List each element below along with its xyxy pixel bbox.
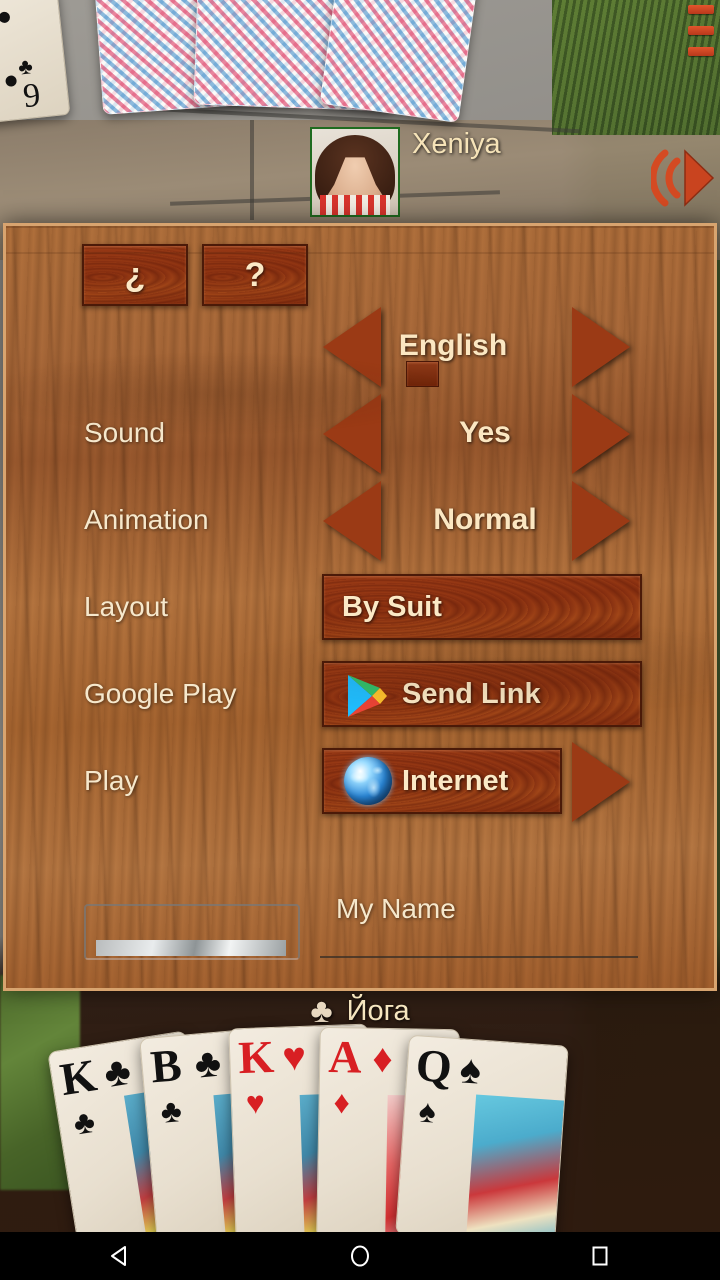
play-label: Play (84, 765, 139, 796)
settings-row-animation: Animation Normal (6, 477, 714, 563)
settings-row-google-play: Google Play Send Link (6, 651, 714, 737)
my-name-label: My Name (336, 893, 456, 924)
about-button[interactable]: ¿ (82, 244, 188, 306)
play-mode-label: Internet (402, 764, 509, 797)
home-button[interactable] (323, 1232, 397, 1280)
card-rank: B (148, 1039, 184, 1093)
avatar-picker[interactable] (84, 904, 300, 960)
avatar-shirt (320, 195, 390, 215)
layout-value-button[interactable]: By Suit (322, 574, 642, 640)
card-suit: ♣ (100, 1048, 134, 1097)
speaker-icon[interactable] (651, 143, 715, 213)
android-navigation-bar (0, 1232, 720, 1280)
google-play-label: Google Play (84, 678, 237, 709)
sound-value: Yes (459, 416, 511, 449)
menu-bar (688, 5, 714, 14)
send-link-label: Send Link (402, 677, 541, 710)
card-suit-small: ♥ (245, 1084, 266, 1121)
language-next-button[interactable] (572, 307, 630, 387)
opponent-avatar[interactable] (310, 127, 400, 217)
card-artwork (465, 1094, 568, 1246)
floor-seam (250, 120, 254, 220)
sound-label: Sound (84, 417, 165, 448)
send-link-button[interactable]: Send Link (322, 661, 642, 727)
layout-label: Layout (84, 591, 169, 622)
card-rank: Q (414, 1039, 454, 1093)
language-value: English (398, 329, 508, 362)
animation-label: Animation (84, 504, 209, 535)
card-rank: K (237, 1030, 275, 1084)
language-flag-chip[interactable] (406, 361, 439, 387)
settings-row-sound: Sound Yes (6, 390, 714, 476)
card-rank: K (56, 1049, 101, 1106)
card-suit: ♠ (458, 1047, 483, 1093)
my-name-input[interactable] (320, 932, 638, 958)
card-suit-small: ♦ (333, 1084, 351, 1121)
animation-value: Normal (433, 503, 537, 536)
app-screen: ♣ 9 Xeniya ¿ ? English Sound Yes Animati… (0, 0, 720, 1280)
hamburger-menu-icon[interactable] (688, 5, 714, 63)
animation-next-button[interactable] (572, 481, 630, 561)
settings-row-layout: Layout By Suit (6, 564, 714, 650)
card-suit-small: ♣ (159, 1092, 184, 1130)
card-suit: ♦ (371, 1036, 394, 1082)
card-suit: ♣ (192, 1040, 223, 1087)
menu-bar (688, 26, 714, 35)
card-rank: A (327, 1030, 363, 1083)
sound-next-button[interactable] (572, 394, 630, 474)
play-mode-button[interactable]: Internet (322, 748, 562, 814)
hand-card[interactable]: Q ♠ ♠ (395, 1034, 569, 1246)
globe-icon (344, 757, 392, 805)
card-suit-small: ♣ (70, 1102, 98, 1142)
back-button[interactable] (83, 1232, 157, 1280)
settings-row-language: English (6, 303, 714, 389)
edge-card: ♣ 9 (0, 0, 71, 125)
google-play-icon (346, 673, 388, 719)
avatar-thumbnail (96, 940, 286, 956)
card-suit: ♥ (281, 1034, 307, 1080)
help-button[interactable]: ? (202, 244, 308, 306)
club-suit-icon: ♣ (310, 992, 333, 1030)
my-player-nickname: Йога (346, 994, 410, 1027)
card-back (319, 0, 481, 123)
settings-panel: ¿ ? English Sound Yes Animation Normal L… (3, 223, 717, 991)
opponent-name: Xeniya (412, 128, 501, 160)
play-start-button[interactable] (572, 742, 630, 822)
card-suit-small: ♠ (417, 1092, 438, 1130)
recents-button[interactable] (563, 1232, 637, 1280)
settings-row-play: Play Internet (6, 738, 714, 824)
menu-bar (688, 47, 714, 56)
